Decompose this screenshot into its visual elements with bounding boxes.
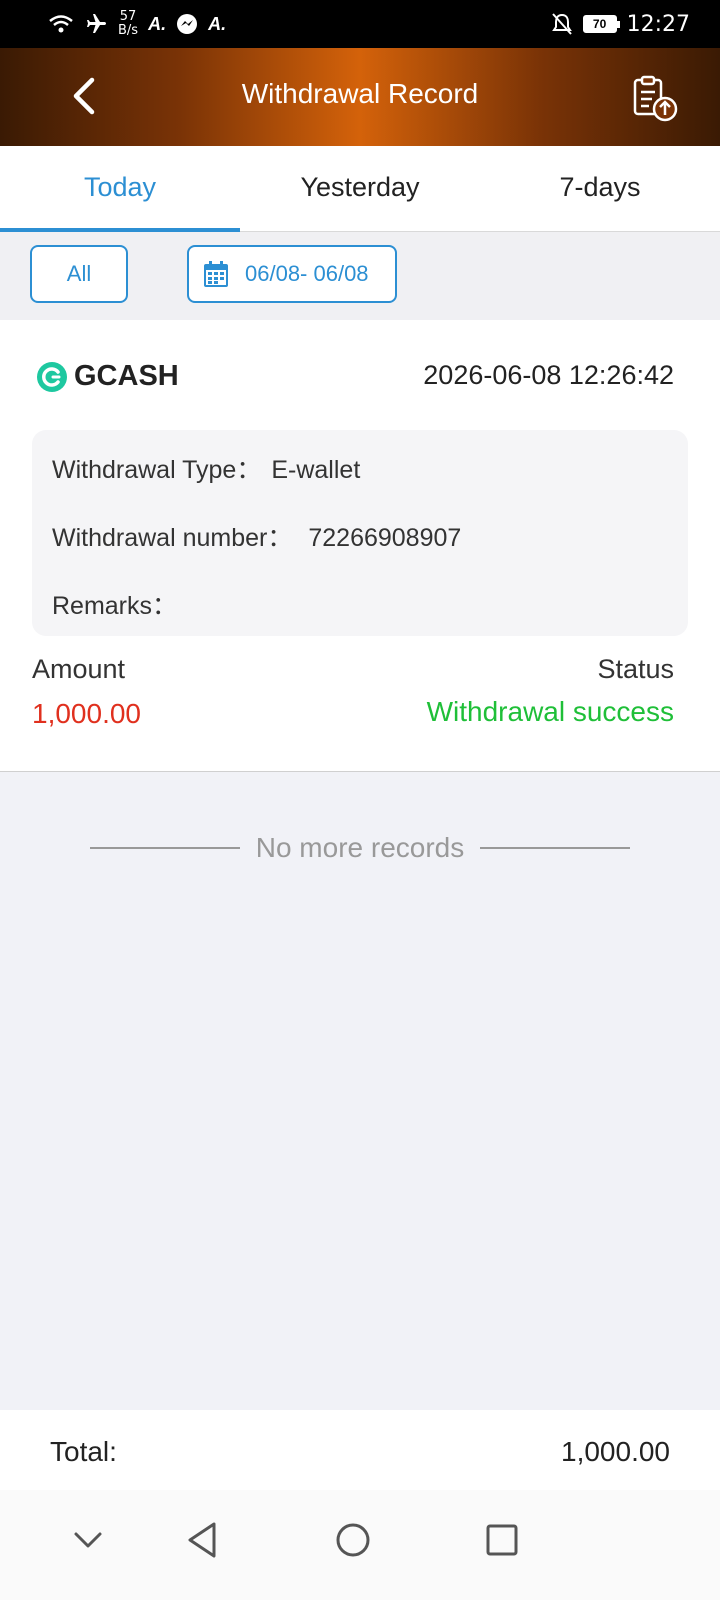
- payment-method-name: GCASH: [74, 360, 179, 392]
- record-datetime: 2026-06-08 12:26:42: [423, 360, 674, 390]
- wifi-icon: [49, 15, 73, 33]
- messenger-icon: [177, 14, 198, 34]
- withdrawal-number-row: Withdrawal number： 72266908907: [52, 518, 461, 554]
- app-a-icon: A.: [148, 13, 167, 34]
- remarks-row: Remarks：: [52, 586, 187, 622]
- amount-label: Amount: [32, 654, 126, 684]
- withdrawal-record-card[interactable]: GCASH 2026-06-08 12:26:42 Withdrawal Typ…: [0, 320, 720, 772]
- app-a-icon: A.: [208, 13, 227, 34]
- airplane-icon: [87, 14, 106, 33]
- tab-today[interactable]: Today: [0, 146, 240, 232]
- tab-yesterday[interactable]: Yesterday: [240, 146, 480, 231]
- chevron-down-icon[interactable]: [66, 1518, 110, 1562]
- status-bar: 57 B/s A. A. 70 12:27: [0, 0, 720, 48]
- amount-value: 1,000.00: [32, 698, 141, 729]
- remarks-label: Remarks：: [52, 592, 178, 620]
- withdrawal-type-row: Withdrawal Type： E-wallet: [52, 450, 360, 486]
- filter-bar: All 06/08- 06/08: [0, 232, 720, 320]
- status-left: 57 B/s A. A.: [48, 8, 226, 40]
- list-end-indicator: No more records: [72, 828, 648, 868]
- nav-back-icon[interactable]: [180, 1518, 224, 1562]
- divider-line: [89, 847, 240, 849]
- withdrawal-number-label: Withdrawal number：: [52, 524, 293, 552]
- date-tabs: Today Yesterday 7-days: [0, 146, 720, 232]
- total-label: Total:: [50, 1436, 117, 1467]
- gcash-logo-icon: [37, 361, 67, 392]
- calendar-icon: [204, 261, 228, 287]
- clock: 12:27: [626, 11, 690, 37]
- no-more-records-text: No more records: [255, 832, 465, 863]
- clipboard-upload-icon[interactable]: [630, 74, 680, 124]
- bell-muted-icon: [551, 13, 572, 35]
- withdrawal-type-value: E-wallet: [271, 456, 361, 484]
- page-title: Withdrawal Record: [241, 78, 479, 109]
- withdrawal-type-label: Withdrawal Type：: [52, 456, 262, 484]
- status-label: Status: [597, 654, 674, 684]
- battery-icon: 70: [582, 15, 620, 33]
- divider-line: [480, 847, 631, 849]
- filter-all-button[interactable]: All: [30, 245, 128, 303]
- app-header: Withdrawal Record: [0, 48, 720, 146]
- payment-method: GCASH: [36, 360, 179, 393]
- total-bar: Total: 1,000.00: [0, 1410, 720, 1490]
- withdrawal-number-value: 72266908907: [308, 524, 462, 552]
- tab-7-days[interactable]: 7-days: [480, 146, 720, 231]
- total-value: 1,000.00: [561, 1436, 670, 1467]
- status-right: 70 12:27: [551, 8, 690, 40]
- network-speed: 57 B/s: [118, 9, 139, 38]
- system-nav-bar: [0, 1490, 720, 1600]
- nav-home-icon[interactable]: [331, 1518, 375, 1562]
- date-range-label: 06/08- 06/08: [245, 261, 369, 286]
- nav-recents-icon[interactable]: [480, 1518, 524, 1562]
- date-range-button[interactable]: 06/08- 06/08: [187, 245, 397, 303]
- status-value: Withdrawal success: [426, 696, 674, 727]
- record-details: Withdrawal Type： E-wallet Withdrawal numb…: [32, 430, 688, 636]
